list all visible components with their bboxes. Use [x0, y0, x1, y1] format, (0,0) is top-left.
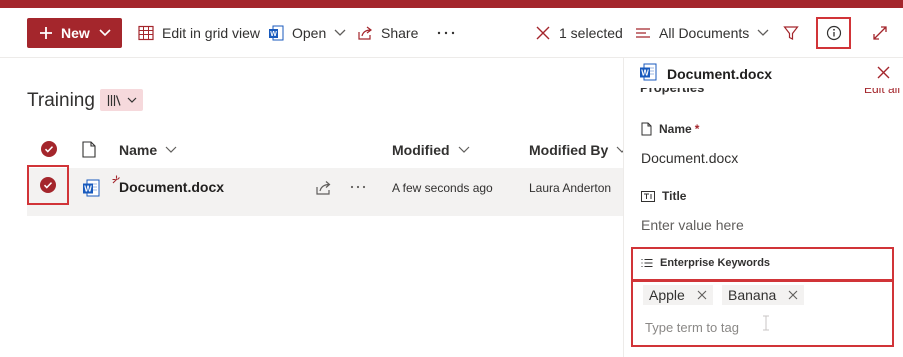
open-label: Open [292, 25, 327, 41]
remove-tag-button[interactable] [697, 290, 707, 300]
chevron-down-icon [165, 146, 177, 154]
command-bar: New Edit in grid view W Open Share 1 sel… [0, 8, 903, 58]
edit-in-grid-view-button[interactable]: Edit in grid view [138, 21, 260, 45]
column-header-modified-by-label: Modified By [529, 142, 609, 158]
chevron-down-icon [334, 29, 346, 37]
plus-icon [39, 26, 53, 40]
column-header-name-label: Name [119, 142, 158, 158]
keyword-tag-label: Banana [728, 287, 777, 303]
word-icon: W [268, 25, 284, 41]
keyword-tag: Banana [722, 285, 805, 305]
expand-button[interactable] [872, 21, 888, 45]
filter-button[interactable] [783, 21, 799, 45]
close-panel-button[interactable] [877, 66, 890, 79]
open-button[interactable]: W Open [268, 21, 346, 45]
suite-bar-strip [0, 0, 903, 8]
column-header-name[interactable]: Name [119, 140, 177, 160]
column-header-modified[interactable]: Modified [392, 140, 470, 160]
library-books-icon [107, 94, 122, 107]
modified-by-cell[interactable]: Laura Anderton [529, 178, 611, 198]
keyword-tag: Apple [643, 285, 713, 305]
enterprise-keywords-label-text: Enterprise Keywords [660, 257, 771, 269]
list-view-icon [635, 26, 651, 40]
select-all-checkbox[interactable] [41, 141, 57, 157]
file-type-header-icon [82, 141, 96, 158]
new-button[interactable]: New [27, 18, 122, 48]
title-field-label-text: Title [662, 189, 687, 203]
keyword-term-input[interactable]: Type term to tag [645, 320, 739, 335]
ellipsis-icon [350, 185, 366, 189]
svg-text:W: W [84, 185, 92, 194]
more-commands-button[interactable] [437, 21, 455, 45]
grid-icon [138, 25, 154, 41]
info-pane-button[interactable] [816, 17, 851, 49]
document-icon [641, 122, 652, 136]
filter-icon [783, 25, 799, 41]
row-more-actions-button[interactable] [350, 185, 366, 189]
bulleted-list-icon [641, 258, 653, 268]
view-switcher[interactable]: All Documents [635, 21, 769, 45]
title-input[interactable]: Enter value here [641, 217, 744, 233]
word-file-icon: W [82, 179, 100, 197]
close-icon [877, 66, 890, 79]
title-field-label: Title [641, 189, 686, 203]
keyword-tag-label: Apple [649, 287, 685, 303]
remove-tag-button[interactable] [788, 290, 798, 300]
text-cursor-icon [762, 315, 770, 331]
modified-cell: A few seconds ago [392, 181, 493, 195]
chevron-down-icon [458, 146, 470, 154]
svg-text:W: W [270, 31, 277, 38]
close-icon [535, 25, 551, 41]
share-label: Share [381, 25, 419, 41]
word-file-icon: W [639, 63, 657, 81]
name-field-label: Name * [641, 122, 699, 136]
column-header-modified-by[interactable]: Modified By [529, 140, 628, 160]
chevron-down-icon [757, 29, 769, 37]
panel-file-name: Document.docx [667, 66, 773, 82]
name-field-value[interactable]: Document.docx [641, 150, 738, 166]
ellipsis-icon [437, 31, 455, 35]
svg-text:W: W [641, 69, 649, 78]
share-icon [357, 25, 373, 41]
file-name-link[interactable]: Document.docx [119, 179, 224, 195]
name-field-label-text: Name [659, 122, 692, 136]
chevron-down-icon [127, 97, 137, 103]
library-title: Training [27, 90, 95, 111]
checkmark-icon [40, 177, 56, 193]
text-field-icon [641, 190, 655, 202]
row-share-button[interactable] [315, 179, 332, 196]
enterprise-keywords-label: Enterprise Keywords [641, 257, 770, 269]
new-button-label: New [61, 25, 90, 41]
column-header-modified-label: Modified [392, 142, 450, 158]
info-icon [826, 25, 842, 41]
edit-in-grid-view-label: Edit in grid view [162, 25, 261, 41]
row-checkbox[interactable] [27, 165, 69, 205]
expand-icon [872, 25, 888, 41]
selected-count: 1 selected [559, 25, 623, 41]
clear-selection-button[interactable]: 1 selected [535, 21, 623, 45]
share-button[interactable]: Share [357, 21, 418, 45]
library-view-button[interactable] [100, 89, 143, 111]
view-label: All Documents [659, 25, 750, 41]
chevron-down-icon [99, 29, 111, 37]
share-icon [315, 179, 332, 196]
required-marker: * [694, 122, 700, 136]
